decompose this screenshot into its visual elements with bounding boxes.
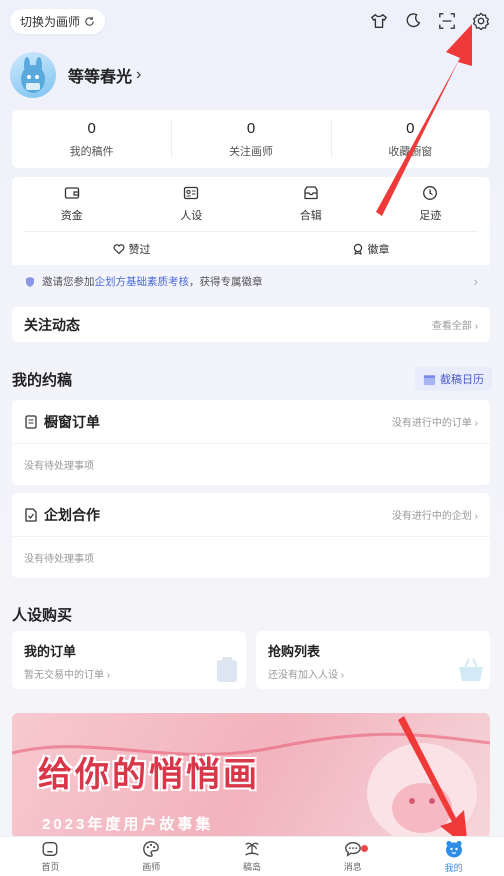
- top-bar: 切换为画师: [0, 0, 504, 44]
- tab-island[interactable]: 稿岛: [202, 837, 303, 876]
- stat-label: 我的稿件: [69, 145, 114, 158]
- home-icon: [42, 842, 58, 856]
- tab-label: 画师: [142, 862, 161, 872]
- basket-icon: [459, 658, 483, 681]
- stat-label: 关注画师: [228, 145, 273, 158]
- stat-following-artists[interactable]: 0 关注画师: [171, 110, 330, 168]
- notice-prefix: 邀请您参加: [42, 276, 95, 288]
- message-icon: [344, 842, 361, 857]
- invite-notice[interactable]: 邀请您参加 企划方基础素质考核 ，获得专属徽章 ›: [12, 265, 490, 298]
- tool-label: 合辑: [299, 210, 322, 222]
- card-status[interactable]: 没有进行中的企划 ›: [392, 507, 478, 522]
- palette-icon: [143, 841, 160, 857]
- empty-state-text: 没有待处理事项: [24, 461, 94, 472]
- id-card-icon: [184, 186, 199, 200]
- stat-value: 0: [406, 119, 415, 137]
- my-purchase-orders-card[interactable]: 我的订单 暂无交易中的订单 ›: [12, 631, 246, 689]
- view-all-link[interactable]: 查看全部 ›: [432, 317, 478, 332]
- card-title: 我的订单: [24, 644, 77, 659]
- stat-value: 0: [87, 119, 96, 137]
- tool-label: 赞过: [128, 243, 151, 256]
- avatar[interactable]: [10, 52, 56, 98]
- calendar-label: 截稿日历: [440, 374, 484, 386]
- stat-my-works[interactable]: 0 我的稿件: [12, 110, 171, 168]
- refresh-icon: [85, 16, 94, 26]
- tool-label: 资金: [60, 210, 83, 222]
- tab-label: 消息: [343, 862, 362, 872]
- tool-label: 足迹: [419, 210, 442, 222]
- tab-me[interactable]: 我的: [403, 837, 504, 876]
- tab-label: 我的: [444, 863, 463, 873]
- tab-home[interactable]: 首页: [0, 837, 101, 876]
- profile-header[interactable]: 等等春光 ›: [10, 52, 141, 98]
- shirt-icon[interactable]: [368, 10, 390, 32]
- username: 等等春光: [68, 69, 133, 86]
- gear-icon[interactable]: [470, 10, 492, 32]
- tab-label: 首页: [41, 862, 60, 872]
- follow-feed-row[interactable]: 关注动态 查看全部 ›: [12, 307, 490, 342]
- empty-state-text: 没有待处理事项: [24, 554, 94, 565]
- banner-subtitle: 2023年度用户故事集: [42, 816, 214, 833]
- profile-icon: [445, 840, 462, 858]
- clipboard-icon: [217, 657, 237, 682]
- clock-icon: [423, 186, 438, 200]
- card-title: 企划合作: [44, 506, 100, 523]
- tool-funds[interactable]: 资金: [12, 177, 132, 231]
- rush-buy-list-card[interactable]: 抢购列表 还没有加入人设 ›: [256, 631, 490, 689]
- tool-collection[interactable]: 合辑: [251, 177, 371, 231]
- calendar-icon: [423, 374, 436, 385]
- notice-suffix: ，获得专属徽章: [189, 276, 263, 288]
- tool-label: 人设: [180, 210, 203, 222]
- showcase-orders-card[interactable]: 橱窗订单 没有进行中的订单 › 没有待处理事项: [12, 400, 490, 485]
- banner-title: 给你的悄悄画: [38, 756, 260, 794]
- tab-label: 稿岛: [242, 862, 261, 872]
- switch-role-label: 切换为画师: [20, 15, 81, 29]
- file-check-icon: [25, 507, 37, 522]
- scan-icon[interactable]: [436, 10, 458, 32]
- heart-icon: [112, 243, 125, 254]
- island-icon: [245, 842, 259, 856]
- document-icon: [25, 414, 37, 429]
- stat-label: 收藏橱窗: [388, 145, 433, 158]
- stat-value: 0: [246, 119, 256, 137]
- section-title-character-purchase: 人设购买: [12, 607, 73, 624]
- moon-icon[interactable]: [402, 10, 424, 32]
- shield-icon: [26, 276, 34, 287]
- tool-footprint[interactable]: 足迹: [371, 177, 491, 231]
- chevron-right-icon: ›: [136, 66, 142, 83]
- section-title-my-orders: 我的约稿: [12, 372, 73, 389]
- switch-role-button[interactable]: 切换为画师: [10, 9, 106, 34]
- chevron-right-icon: ›: [473, 274, 478, 289]
- card-subtitle: 还没有加入人设 ›: [268, 670, 345, 681]
- tab-messages[interactable]: 消息: [302, 837, 403, 876]
- follow-feed-title: 关注动态: [24, 316, 80, 333]
- card-title: 抢购列表: [268, 644, 321, 659]
- tool-liked[interactable]: 赞过: [12, 232, 251, 265]
- tool-badges[interactable]: 徽章: [251, 232, 490, 265]
- tab-artists[interactable]: 画师: [101, 837, 202, 876]
- stats-card: 0 我的稿件 0 关注画师 0 收藏橱窗: [12, 110, 490, 168]
- tool-label: 徽章: [367, 243, 390, 256]
- year-story-banner[interactable]: 给你的悄悄画 2023年度用户故事集: [12, 713, 490, 838]
- collection-icon: [304, 186, 318, 200]
- bottom-tab-bar: 首页 画师 稿岛 消息 我的: [0, 836, 504, 876]
- deadline-calendar-button[interactable]: 截稿日历: [415, 367, 492, 391]
- card-status[interactable]: 没有进行中的订单 ›: [392, 414, 478, 429]
- tools-card: 资金 人设 合辑 足迹 赞过 徽章 邀请您参加 企划方基础素质考核 ，获得专属徽…: [12, 177, 490, 298]
- project-cooperation-card[interactable]: 企划合作 没有进行中的企划 › 没有待处理事项: [12, 493, 490, 578]
- card-title: 橱窗订单: [44, 413, 100, 430]
- tool-character[interactable]: 人设: [132, 177, 252, 231]
- notice-link[interactable]: 企划方基础素质考核: [95, 274, 190, 289]
- card-subtitle: 暂无交易中的订单 ›: [24, 670, 111, 681]
- badge-icon: [353, 243, 362, 255]
- stat-favorite-showcase[interactable]: 0 收藏橱窗: [330, 110, 490, 168]
- wallet-icon: [64, 187, 79, 199]
- unread-dot: [360, 845, 368, 852]
